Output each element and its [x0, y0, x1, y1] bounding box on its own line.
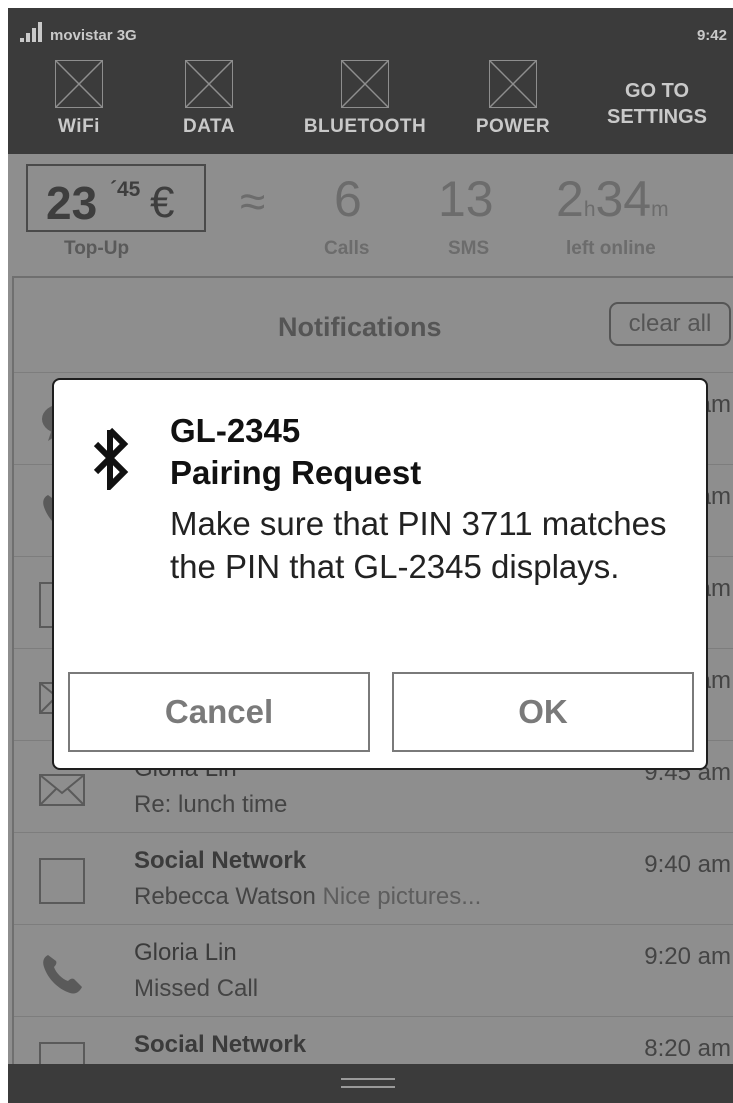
placeholder-x-icon — [341, 60, 389, 108]
notification-time: 9:40 am — [644, 851, 731, 878]
social-square-icon — [38, 857, 86, 905]
calls-label: Calls — [324, 238, 370, 259]
dialog-message: Make sure that PIN 3711 matches the PIN … — [170, 505, 667, 585]
ok-button[interactable]: OK — [392, 672, 694, 752]
signal-strength-icon — [20, 22, 42, 42]
notifications-title: Notifications — [278, 312, 442, 342]
notification-title: Social Network — [134, 847, 307, 874]
dialog-title: Pairing Request — [170, 454, 422, 491]
go-to-settings-button[interactable]: GO TO SETTINGS — [597, 78, 717, 130]
envelope-icon — [38, 765, 86, 813]
topup-label: Top-Up — [64, 238, 130, 259]
online-hours: 2 — [556, 171, 584, 227]
data-toggle-label: DATA — [183, 116, 235, 137]
placeholder-x-icon — [185, 60, 233, 108]
balance-row: 23 ´45 € Top-Up ≈ 6 Calls 13 SMS 2h34m l… — [8, 154, 733, 274]
hours-unit: h — [583, 198, 596, 221]
data-toggle[interactable]: DATA — [174, 60, 244, 138]
sms-label: SMS — [448, 238, 490, 259]
notification-time: 9:20 am — [644, 943, 731, 970]
notification-item[interactable]: Social Network Rebecca Watson Nice pictur… — [14, 832, 733, 923]
online-minutes: 34 — [595, 171, 652, 227]
pairing-dialog: GL-2345 Pairing Request Make sure that P… — [52, 378, 708, 770]
placeholder-x-icon — [489, 60, 537, 108]
notification-subtitle-main: Missed Call — [134, 975, 259, 1002]
currency-symbol: € — [150, 178, 175, 227]
clear-all-button[interactable]: clear all — [609, 302, 731, 346]
dialog-device-name: GL-2345 — [170, 412, 301, 449]
power-toggle[interactable]: POWER — [468, 60, 558, 138]
wifi-toggle[interactable]: WiFi — [44, 60, 114, 138]
carrier-label: movistar 3G — [50, 27, 137, 44]
notification-subtitle-extra: Nice pictures... — [322, 883, 482, 910]
notification-subtitle-main: Rebecca Watson — [134, 883, 316, 910]
calls-count: 6 — [334, 171, 362, 227]
approx-symbol: ≈ — [240, 175, 266, 227]
notification-subtitle-main: Re: lunch time — [134, 791, 288, 818]
power-toggle-label: POWER — [475, 116, 551, 137]
minutes-unit: m — [651, 198, 669, 221]
status-clock: 9:42 — [696, 27, 727, 44]
placeholder-x-icon — [55, 60, 103, 108]
bluetooth-icon — [93, 427, 129, 490]
balance-box[interactable]: 23 ´45 € — [26, 164, 206, 232]
status-bar: movistar 3G 9:42 — [8, 8, 733, 54]
wifi-toggle-label: WiFi — [58, 116, 100, 137]
notification-title: Social Network — [134, 1031, 307, 1058]
quick-settings-bar: WiFi DATA BLUETOOTH POWER GO TO SETTINGS — [8, 54, 733, 154]
online-label: left online — [566, 238, 656, 259]
bluetooth-toggle-label: BLUETOOTH — [303, 116, 427, 137]
online-time: 2h34m — [556, 170, 669, 228]
phone-icon — [38, 949, 86, 997]
notification-subtitle: Missed Call — [134, 975, 258, 1003]
balance-cents: ´45 — [110, 178, 141, 201]
notification-title: Gloria Lin — [134, 939, 237, 966]
notification-subtitle: Rebecca Watson Nice pictures... — [134, 883, 481, 911]
bottom-bar — [8, 1064, 733, 1103]
notification-subtitle: Re: lunch time — [134, 791, 287, 819]
notification-time: 8:20 am — [644, 1035, 731, 1062]
sms-count: 13 — [438, 171, 494, 227]
balance-integer: 23 — [46, 177, 98, 229]
cancel-button[interactable]: Cancel — [68, 672, 370, 752]
bluetooth-toggle[interactable]: BLUETOOTH — [290, 60, 440, 138]
notification-item[interactable]: Gloria Lin Missed Call 9:20 am — [14, 924, 733, 1015]
